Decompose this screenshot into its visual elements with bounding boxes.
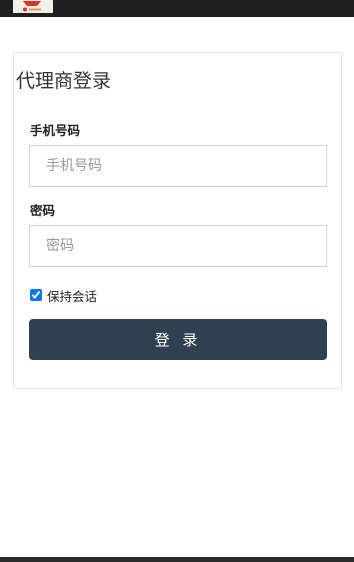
phone-input[interactable] [29,145,327,187]
password-input[interactable] [29,225,327,267]
bottom-bar [0,557,354,562]
remember-checkbox[interactable] [30,289,42,301]
phone-label: 手机号码 [30,123,81,138]
remember-label[interactable]: 保持会话 [47,286,97,305]
login-panel: 代理商登录 手机号码 密码 保持会话 登 录 [13,52,342,389]
password-label: 密码 [30,203,56,218]
remember-row: 保持会话 [29,286,97,304]
login-button[interactable]: 登 录 [29,319,327,360]
brand-logo-icon[interactable] [13,0,53,13]
page-title: 代理商登录 [16,70,112,92]
top-bar [0,0,354,17]
